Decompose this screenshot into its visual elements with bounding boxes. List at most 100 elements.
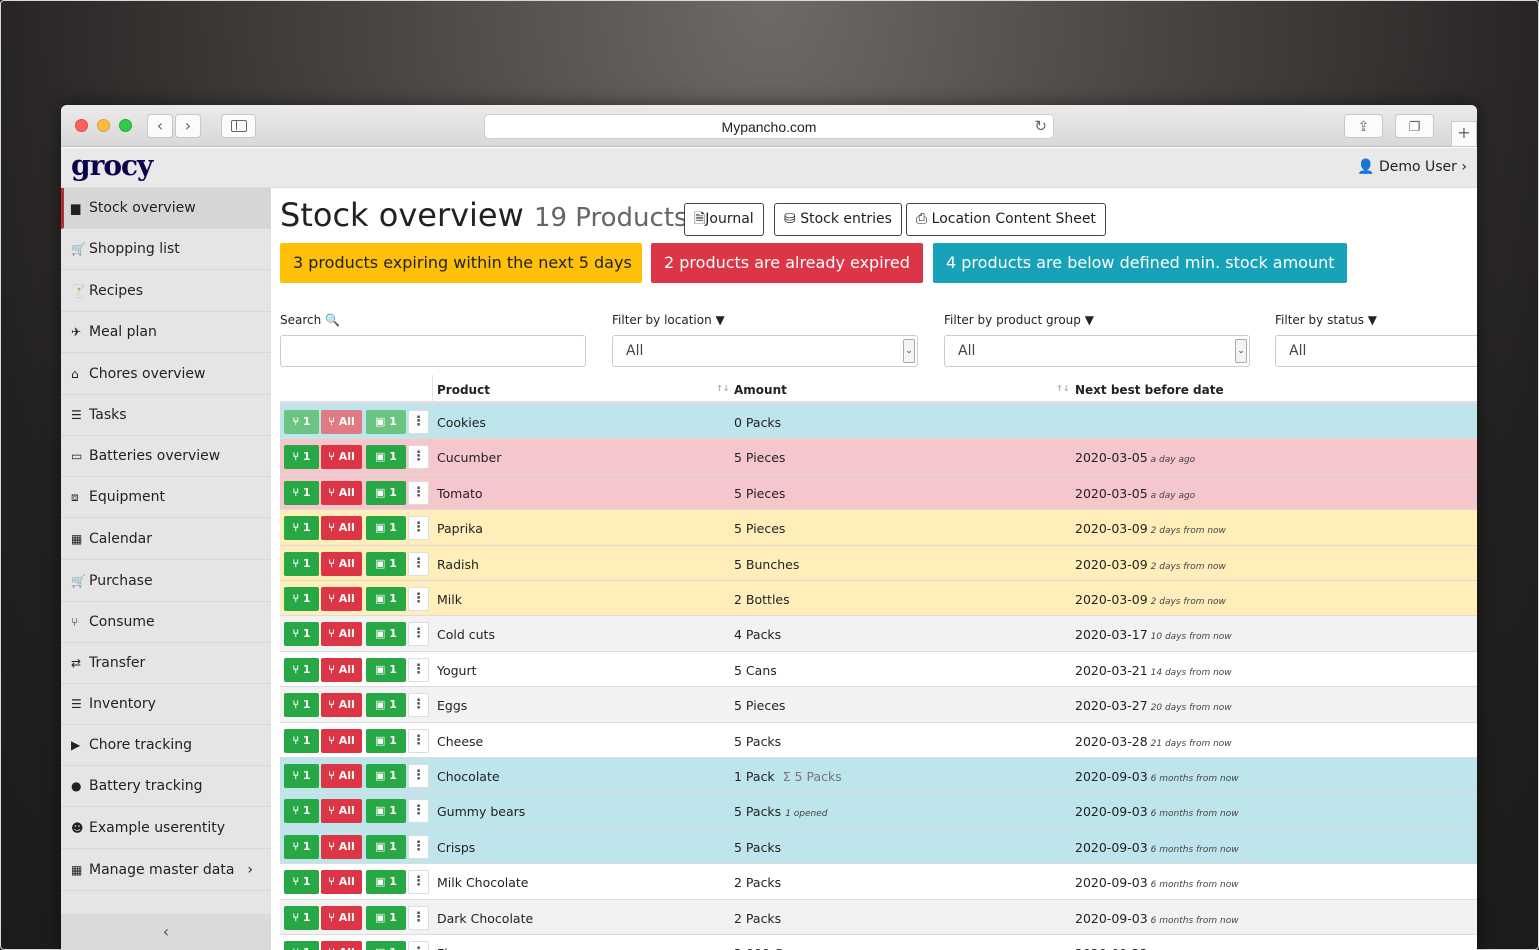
sidebar-item-consume[interactable]: ⑂ Consume — [61, 602, 271, 643]
open-one-button[interactable]: ▣ 1 — [366, 410, 406, 434]
consume-one-button[interactable]: ⑂ 1 — [284, 657, 319, 682]
sidebar-item-batteries-overview[interactable]: ▭ Batteries overview — [61, 436, 271, 477]
product-name[interactable]: Tomato — [437, 486, 483, 501]
product-group-filter-select[interactable]: All ⌄ — [944, 335, 1250, 367]
sidebar-item-stock-overview[interactable]: ▆ Stock overview — [61, 188, 271, 229]
product-name[interactable]: Eggs — [437, 698, 467, 713]
tabs-button[interactable]: ❐ — [1395, 114, 1434, 138]
sort-icon[interactable]: ↑↓ — [1056, 384, 1069, 393]
sidebar-item-inventory[interactable]: ☰ Inventory — [61, 684, 271, 725]
consume-one-button[interactable]: ⑂ 1 — [284, 445, 319, 470]
more-actions-button[interactable]: ⋮ — [408, 551, 429, 576]
open-one-button[interactable]: ▣ 1 — [366, 905, 406, 930]
consume-one-button[interactable]: ⑂ 1 — [284, 551, 319, 576]
consume-one-button[interactable]: ⑂ 1 — [284, 941, 319, 950]
stock-entries-button[interactable]: ⛁ Stock entries — [774, 203, 902, 236]
back-button[interactable]: ‹ — [147, 114, 173, 138]
open-one-button[interactable]: ▣ 1 — [366, 764, 406, 788]
consume-one-button[interactable]: ⑂ 1 — [284, 587, 319, 611]
consume-all-button[interactable]: ⑂ All — [321, 587, 362, 611]
location-content-sheet-button[interactable]: ⎙ Location Content Sheet — [906, 203, 1106, 236]
expired-alert[interactable]: 2 products are already expired — [651, 243, 923, 283]
consume-all-button[interactable]: ⑂ All — [321, 516, 362, 541]
sidebar-item-recipes[interactable]: 🍸 Recipes — [61, 271, 271, 312]
more-actions-button[interactable]: ⋮ — [408, 657, 429, 682]
more-actions-button[interactable]: ⋮ — [408, 941, 429, 950]
user-menu[interactable]: 👤 Demo User › — [1357, 159, 1467, 175]
product-name[interactable]: Radish — [437, 557, 479, 572]
sidebar-item-battery-tracking[interactable]: ● Battery tracking — [61, 766, 271, 807]
sidebar-item-equipment[interactable]: ⧈ Equipment — [61, 477, 271, 518]
sidebar-item-calendar[interactable]: ▦ Calendar — [61, 519, 271, 560]
open-one-button[interactable]: ▣ 1 — [366, 516, 406, 541]
sidebar-toggle-button[interactable] — [221, 114, 256, 138]
product-name[interactable]: Cheese — [437, 734, 483, 749]
reload-icon[interactable]: ↻ — [1034, 115, 1047, 139]
sidebar-item-chores-overview[interactable]: ⌂ Chores overview — [61, 354, 271, 395]
search-input[interactable] — [280, 335, 586, 367]
product-name[interactable]: Flour — [437, 946, 468, 950]
open-one-button[interactable]: ▣ 1 — [366, 941, 406, 950]
consume-one-button[interactable]: ⑂ 1 — [284, 516, 319, 541]
consume-one-button[interactable]: ⑂ 1 — [284, 410, 319, 434]
consume-one-button[interactable]: ⑂ 1 — [284, 622, 319, 647]
consume-all-button[interactable]: ⑂ All — [321, 941, 362, 950]
sidebar-item-example-userentity[interactable]: ☻ Example userentity — [61, 808, 271, 849]
consume-all-button[interactable]: ⑂ All — [321, 834, 362, 859]
sidebar-item-tasks[interactable]: ☰ Tasks — [61, 395, 271, 436]
more-actions-button[interactable]: ⋮ — [408, 587, 429, 611]
minimize-window-button[interactable] — [97, 119, 110, 132]
more-actions-button[interactable]: ⋮ — [408, 622, 429, 647]
open-one-button[interactable]: ▣ 1 — [366, 587, 406, 611]
consume-all-button[interactable]: ⑂ All — [321, 445, 362, 470]
amount-column-header[interactable]: Amount — [734, 383, 787, 397]
sidebar-item-chore-tracking[interactable]: ▶ Chore tracking — [61, 725, 271, 766]
more-actions-button[interactable]: ⋮ — [408, 445, 429, 470]
open-one-button[interactable]: ▣ 1 — [366, 657, 406, 682]
more-actions-button[interactable]: ⋮ — [408, 516, 429, 541]
consume-all-button[interactable]: ⑂ All — [321, 870, 362, 895]
grocy-logo[interactable]: grocy — [71, 149, 153, 182]
more-actions-button[interactable]: ⋮ — [408, 870, 429, 895]
forward-button[interactable]: › — [175, 114, 201, 138]
product-name[interactable]: Dark Chocolate — [437, 911, 533, 926]
product-name[interactable]: Cold cuts — [437, 627, 495, 642]
more-actions-button[interactable]: ⋮ — [408, 764, 429, 788]
consume-all-button[interactable]: ⑂ All — [321, 728, 362, 753]
product-name[interactable]: Chocolate — [437, 769, 500, 784]
consume-one-button[interactable]: ⑂ 1 — [284, 728, 319, 753]
product-name[interactable]: Cucumber — [437, 450, 501, 465]
consume-one-button[interactable]: ⑂ 1 — [284, 693, 319, 718]
open-one-button[interactable]: ▣ 1 — [366, 622, 406, 647]
address-bar[interactable]: Mypancho.com ↻ — [484, 114, 1054, 139]
open-one-button[interactable]: ▣ 1 — [366, 693, 406, 718]
consume-one-button[interactable]: ⑂ 1 — [284, 480, 319, 505]
more-actions-button[interactable]: ⋮ — [408, 480, 429, 505]
journal-button[interactable]: 🗎Journal — [684, 203, 764, 236]
more-actions-button[interactable]: ⋮ — [408, 693, 429, 718]
consume-one-button[interactable]: ⑂ 1 — [284, 799, 319, 824]
consume-one-button[interactable]: ⑂ 1 — [284, 870, 319, 895]
product-name[interactable]: Gummy bears — [437, 804, 525, 819]
open-one-button[interactable]: ▣ 1 — [366, 870, 406, 895]
below-min-alert[interactable]: 4 products are below defined min. stock … — [933, 243, 1347, 283]
zoom-window-button[interactable] — [119, 119, 132, 132]
close-window-button[interactable] — [75, 119, 88, 132]
more-actions-button[interactable]: ⋮ — [408, 799, 429, 824]
product-name[interactable]: Yogurt — [437, 663, 477, 678]
consume-one-button[interactable]: ⑂ 1 — [284, 905, 319, 930]
consume-one-button[interactable]: ⑂ 1 — [284, 834, 319, 859]
consume-all-button[interactable]: ⑂ All — [321, 799, 362, 824]
product-column-header[interactable]: Product — [437, 383, 490, 397]
product-name[interactable]: Crisps — [437, 840, 475, 855]
status-filter-select[interactable]: All — [1275, 335, 1477, 367]
product-name[interactable]: Milk Chocolate — [437, 875, 529, 890]
more-actions-button[interactable]: ⋮ — [408, 905, 429, 930]
sort-icon[interactable]: ↑↓ — [716, 384, 729, 393]
consume-all-button[interactable]: ⑂ All — [321, 905, 362, 930]
more-actions-button[interactable]: ⋮ — [408, 834, 429, 859]
consume-all-button[interactable]: ⑂ All — [321, 622, 362, 647]
open-one-button[interactable]: ▣ 1 — [366, 799, 406, 824]
open-one-button[interactable]: ▣ 1 — [366, 551, 406, 576]
sidebar-item-shopping-list[interactable]: 🛒 Shopping list — [61, 229, 271, 270]
